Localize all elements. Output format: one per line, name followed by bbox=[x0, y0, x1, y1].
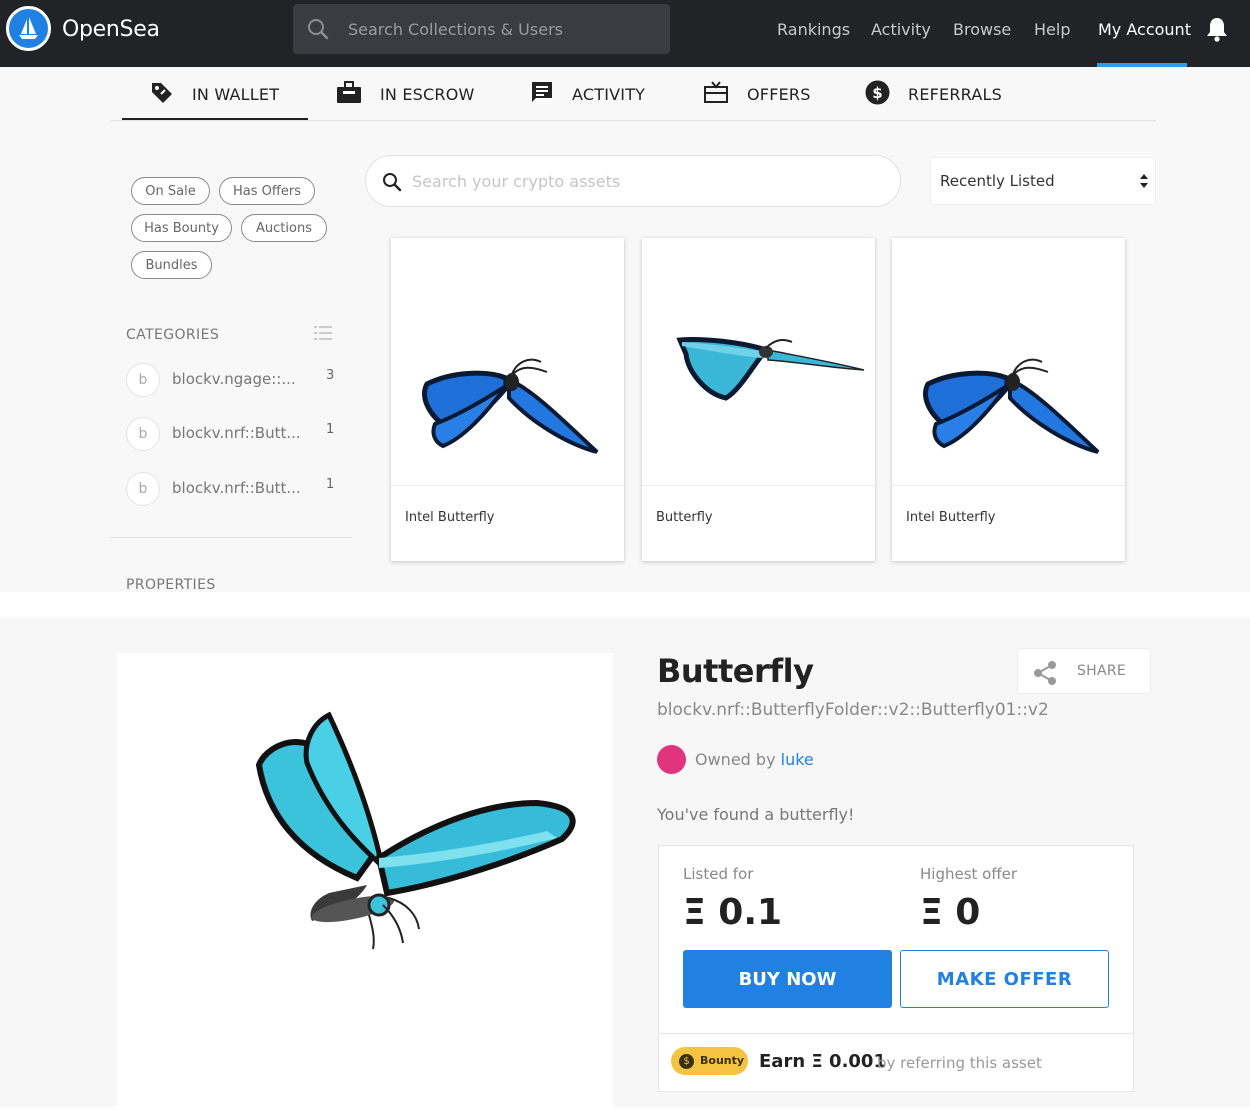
highest-offer-label: Highest offer bbox=[920, 865, 1018, 883]
notifications-bell-icon[interactable] bbox=[1206, 16, 1228, 46]
make-offer-button[interactable]: MAKE OFFER bbox=[900, 950, 1109, 1008]
asset-title: Butterfly bbox=[657, 652, 814, 690]
category-avatar: b bbox=[126, 363, 160, 397]
search-icon bbox=[382, 172, 402, 196]
asset-search[interactable] bbox=[365, 155, 901, 207]
tab-referrals-label: REFERRALS bbox=[908, 84, 1002, 104]
listed-for-label: Listed for bbox=[683, 865, 754, 883]
nav-help[interactable]: Help bbox=[1034, 20, 1070, 39]
categories-title: CATEGORIES bbox=[126, 327, 220, 343]
category-count: 1 bbox=[326, 422, 335, 437]
share-label: SHARE bbox=[1077, 663, 1127, 679]
owner-line: Owned by luke bbox=[695, 750, 814, 769]
search-icon bbox=[307, 18, 329, 44]
owned-by-label: Owned by bbox=[695, 750, 776, 769]
top-navbar: OpenSea Rankings Activity Browse Help My… bbox=[0, 0, 1250, 67]
filter-has-bounty[interactable]: Has Bounty bbox=[131, 214, 232, 242]
asset-detail: Butterfly blockv.nrf::ButterflyFolder::v… bbox=[0, 618, 1250, 1107]
category-name: blockv.nrf::Butt... bbox=[172, 479, 301, 497]
bounty-badge: $ Bounty bbox=[671, 1047, 748, 1075]
category-item[interactable]: b blockv.ngage::... 3 bbox=[126, 363, 338, 399]
category-count: 3 bbox=[326, 368, 335, 383]
asset-image bbox=[391, 238, 624, 486]
sort-selected-value: Recently Listed bbox=[940, 172, 1055, 190]
tab-in-escrow-label: IN ESCROW bbox=[380, 84, 475, 104]
category-item[interactable]: b blockv.nrf::Butt... 1 bbox=[126, 417, 338, 453]
briefcase-icon bbox=[336, 80, 362, 108]
listed-price: Ξ 0.1 bbox=[683, 892, 783, 933]
price-tag-icon bbox=[150, 80, 174, 108]
filter-bundles[interactable]: Bundles bbox=[131, 251, 212, 279]
tab-offers-label: OFFERS bbox=[747, 84, 811, 104]
select-arrows-icon bbox=[1139, 173, 1149, 193]
sort-select[interactable]: Recently Listed bbox=[930, 157, 1156, 205]
category-count: 1 bbox=[326, 477, 335, 492]
asset-search-input[interactable] bbox=[412, 170, 862, 192]
tab-in-escrow[interactable]: IN ESCROW bbox=[336, 79, 475, 109]
list-view-icon[interactable] bbox=[314, 325, 332, 345]
tab-referrals[interactable]: $ REFERRALS bbox=[865, 79, 1002, 109]
asset-image bbox=[892, 238, 1125, 486]
wallet-panel: IN WALLET IN ESCROW ACTIVITY OFFERS $ RE… bbox=[0, 67, 1250, 593]
asset-path: blockv.nrf::ButterflyFolder::v2::Butterf… bbox=[657, 700, 1049, 720]
owner-avatar[interactable] bbox=[657, 745, 686, 774]
blue-butterfly-icon bbox=[422, 358, 599, 454]
asset-image bbox=[642, 238, 875, 486]
sidebar-divider bbox=[110, 537, 352, 538]
tab-activity[interactable]: ACTIVITY bbox=[530, 79, 645, 109]
category-name: blockv.ngage::... bbox=[172, 370, 296, 388]
category-name: blockv.nrf::Butt... bbox=[172, 424, 301, 442]
message-icon bbox=[530, 80, 554, 108]
asset-description: You've found a butterfly! bbox=[657, 805, 855, 824]
trade-divider bbox=[659, 1033, 1133, 1034]
nav-activity[interactable]: Activity bbox=[871, 20, 931, 39]
global-search[interactable] bbox=[293, 4, 670, 54]
asset-title: Butterfly bbox=[656, 510, 713, 525]
owner-link[interactable]: luke bbox=[781, 750, 814, 769]
dollar-coin-icon: $ bbox=[865, 80, 890, 109]
category-avatar: b bbox=[126, 472, 160, 506]
share-button[interactable]: SHARE bbox=[1017, 648, 1151, 694]
asset-card[interactable]: Intel Butterfly bbox=[892, 238, 1125, 561]
active-tab-indicator bbox=[122, 118, 308, 120]
nav-rankings[interactable]: Rankings bbox=[777, 20, 850, 39]
asset-hero-image bbox=[117, 653, 613, 1107]
butterfly-hero-icon bbox=[255, 711, 576, 950]
tab-in-wallet-label: IN WALLET bbox=[192, 84, 280, 104]
dollar-coin-icon: $ bbox=[679, 1054, 694, 1069]
filter-on-sale[interactable]: On Sale bbox=[131, 177, 210, 205]
trade-panel: Listed for Ξ 0.1 Highest offer Ξ 0 BUY N… bbox=[658, 845, 1134, 1092]
blue-butterfly-icon bbox=[923, 358, 1100, 454]
bounty-earn-description: by referring this asset bbox=[877, 1054, 1042, 1072]
category-avatar: b bbox=[126, 417, 160, 451]
highest-offer-price: Ξ 0 bbox=[920, 892, 981, 933]
gift-card-icon bbox=[703, 80, 729, 108]
share-icon bbox=[1032, 660, 1058, 690]
svg-text:$: $ bbox=[872, 84, 882, 102]
filter-auctions[interactable]: Auctions bbox=[241, 214, 327, 242]
cyan-butterfly-icon bbox=[676, 337, 865, 401]
category-item[interactable]: b blockv.nrf::Butt... 1 bbox=[126, 472, 338, 508]
brand-name[interactable]: OpenSea bbox=[62, 17, 160, 42]
asset-card[interactable]: Intel Butterfly bbox=[391, 238, 624, 561]
tabs-divider bbox=[110, 120, 1156, 121]
bounty-label: Bounty bbox=[700, 1054, 745, 1067]
asset-title: Intel Butterfly bbox=[906, 510, 996, 525]
opensea-logo-icon[interactable] bbox=[6, 6, 51, 51]
asset-title: Intel Butterfly bbox=[405, 510, 495, 525]
global-search-input[interactable] bbox=[348, 17, 648, 41]
properties-title[interactable]: PROPERTIES bbox=[126, 577, 216, 593]
tab-activity-label: ACTIVITY bbox=[572, 84, 646, 104]
bounty-earn-amount: Earn Ξ 0.001 bbox=[759, 1051, 886, 1072]
nav-my-account[interactable]: My Account bbox=[1098, 20, 1191, 39]
tab-offers[interactable]: OFFERS bbox=[703, 79, 811, 109]
asset-card[interactable]: Butterfly bbox=[642, 238, 875, 561]
tab-in-wallet[interactable]: IN WALLET bbox=[150, 79, 279, 109]
filter-has-offers[interactable]: Has Offers bbox=[219, 177, 315, 205]
nav-browse[interactable]: Browse bbox=[953, 20, 1011, 39]
buy-now-button[interactable]: BUY NOW bbox=[683, 950, 892, 1008]
